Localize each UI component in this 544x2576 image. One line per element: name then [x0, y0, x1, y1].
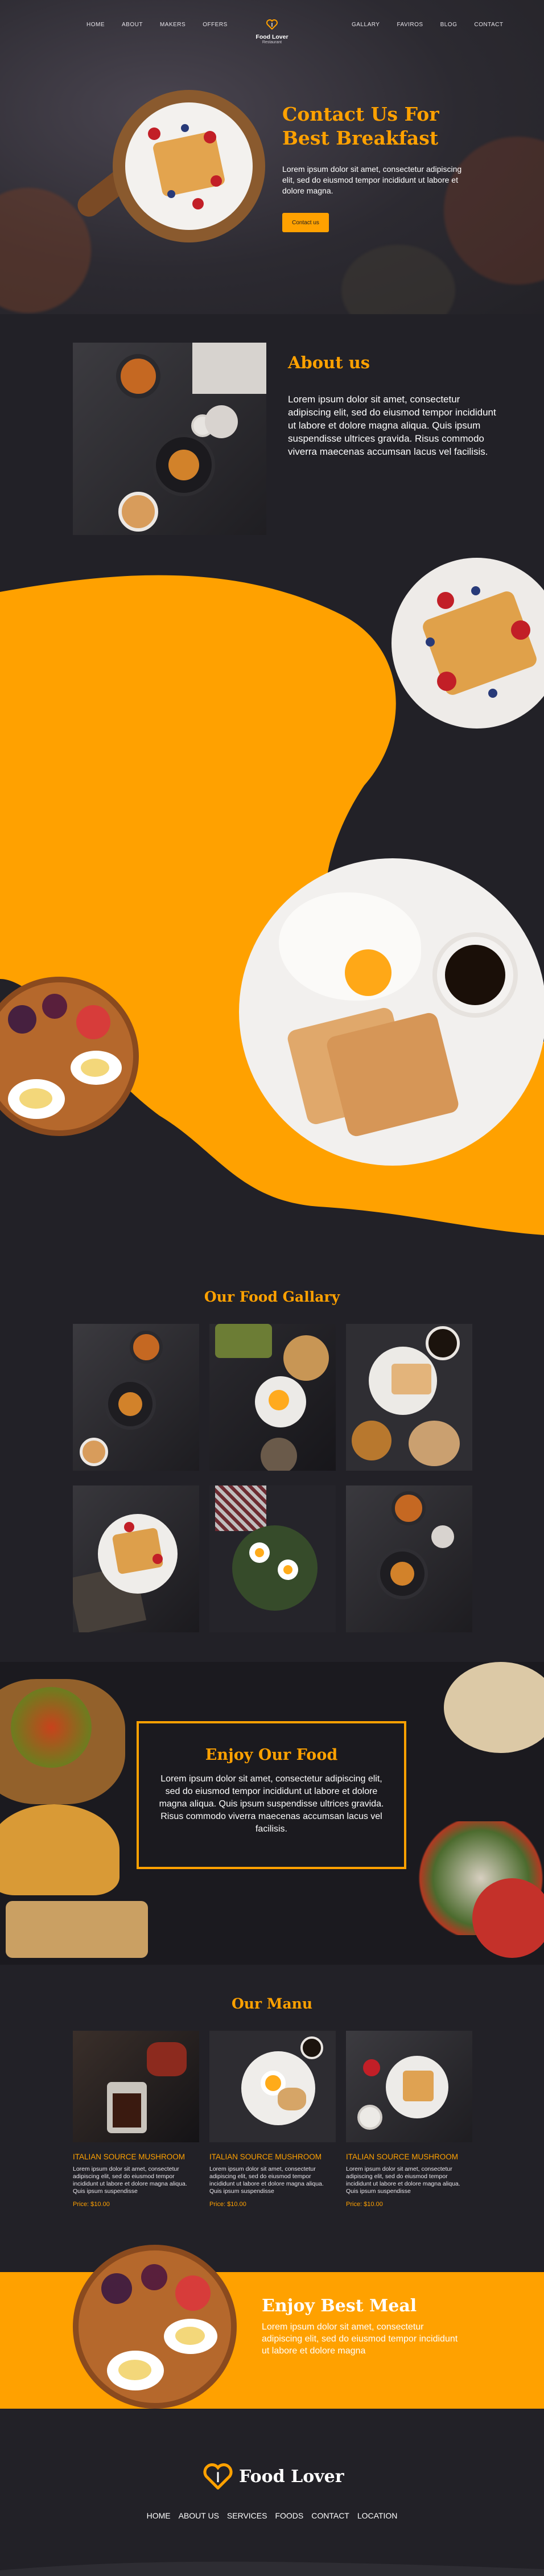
menu-card[interactable]: ITALIAN SOURCE MUSHROOM Lorem ipsum dolo…: [73, 2031, 199, 2208]
gallery-image-1[interactable]: [73, 1324, 199, 1471]
about-text: Lorem ipsum dolor sit amet, consectetur …: [288, 394, 496, 457]
menu-title: Our Manu: [231, 1995, 313, 2012]
heart-fork-icon: [266, 19, 278, 30]
nav-contact[interactable]: CONTACT: [474, 22, 503, 28]
gallery-image-2[interactable]: [209, 1324, 336, 1471]
footer-nav-about-us[interactable]: ABOUT US: [179, 2511, 219, 2520]
nav-home[interactable]: HOME: [86, 22, 105, 28]
nav-gallary[interactable]: GALLARY: [352, 22, 380, 28]
nav-right-group: GALLARY FAVIROS BLOG CONTACT: [352, 22, 503, 28]
logo-title: Food Lover: [255, 34, 289, 40]
footer: Food Lover HOME ABOUT US SERVICES FOODS …: [0, 2409, 544, 2576]
menu-item-price: Price: $10.00: [346, 2201, 383, 2208]
enjoy-text-box: Enjoy Our Food Lorem ipsum dolor sit ame…: [137, 1721, 406, 1869]
best-meal-title: Enjoy Best Meal: [262, 2296, 417, 2316]
gallery-image-6[interactable]: [346, 1485, 472, 1632]
heart-fork-icon: [203, 2463, 233, 2489]
best-meal-image: [73, 2245, 237, 2409]
menu-item-name: ITALIAN SOURCE MUSHROOM: [346, 2153, 459, 2161]
gallery-image-5[interactable]: [209, 1485, 336, 1632]
best-meal-text: Lorem ipsum dolor sit amet, consectetur …: [262, 2322, 458, 2356]
background-food-blur: [341, 245, 455, 314]
menu-item-description: Lorem ipsum dolor sit amet, consectetur …: [73, 2166, 187, 2195]
hero-title: Contact Us For Best Breakfast: [282, 102, 470, 150]
footer-nav-location[interactable]: LOCATION: [357, 2511, 398, 2520]
hero-title-line1: Contact Us For: [282, 103, 439, 125]
enjoy-our-food-section: Enjoy Our Food Lorem ipsum dolor sit ame…: [0, 1662, 544, 1965]
nav-left-group: HOME ABOUT MAKERS OFFERS: [86, 22, 228, 28]
footer-nav-foods[interactable]: FOODS: [275, 2511, 303, 2520]
footer-wave-decoration: [0, 2561, 544, 2576]
about-title: About us: [288, 353, 370, 372]
footer-nav-home[interactable]: HOME: [147, 2511, 171, 2520]
nav-blog[interactable]: BLOG: [440, 22, 458, 28]
nav-makers[interactable]: MAKERS: [160, 22, 186, 28]
menu-card-image: [73, 2031, 199, 2142]
footer-navigation: HOME ABOUT US SERVICES FOODS CONTACT LOC…: [0, 2511, 544, 2520]
footer-nav-contact[interactable]: CONTACT: [311, 2511, 349, 2520]
menu-item-description: Lorem ipsum dolor sit amet, consectetur …: [209, 2166, 324, 2195]
gallery-image-4[interactable]: [73, 1485, 199, 1632]
hero-section: HOME ABOUT MAKERS OFFERS Food Lover Rest…: [0, 0, 544, 314]
egg-toast-plate-image: [239, 858, 544, 1166]
enjoy-text: Lorem ipsum dolor sit amet, consectetur …: [159, 1774, 384, 1834]
menu-item-price: Price: $10.00: [209, 2201, 246, 2208]
menu-item-name: ITALIAN SOURCE MUSHROOM: [209, 2153, 322, 2161]
gallery-title: Our Food Gallary: [204, 1289, 340, 1305]
menu-card-image: [209, 2031, 336, 2142]
gallery-image-3[interactable]: [346, 1324, 472, 1471]
menu-item-name: ITALIAN SOURCE MUSHROOM: [73, 2153, 186, 2161]
nav-offers[interactable]: OFFERS: [203, 22, 228, 28]
background-food-blur: [444, 137, 544, 285]
footer-logo[interactable]: Food Lover: [203, 2463, 344, 2489]
about-image: [73, 343, 266, 535]
enjoy-title: Enjoy Our Food: [205, 1746, 338, 1764]
nav-faviros[interactable]: FAVIROS: [397, 22, 423, 28]
logo-subtitle: Restaurant: [262, 40, 282, 44]
top-navigation: HOME ABOUT MAKERS OFFERS Food Lover Rest…: [0, 19, 544, 44]
menu-item-description: Lorem ipsum dolor sit amet, consectetur …: [346, 2166, 460, 2195]
site-logo[interactable]: Food Lover Restaurant: [249, 19, 295, 44]
hero-board-image: [113, 90, 265, 242]
menu-item-price: Price: $10.00: [73, 2201, 110, 2208]
nav-about[interactable]: ABOUT: [122, 22, 143, 28]
footer-nav-services[interactable]: SERVICES: [227, 2511, 267, 2520]
hero-text: Lorem ipsum dolor sit amet, consectetur …: [282, 164, 462, 195]
footer-logo-text: Food Lover: [239, 2466, 344, 2487]
hero-title-line2: Best Breakfast: [282, 127, 439, 149]
menu-card-image: [346, 2031, 472, 2142]
menu-card[interactable]: ITALIAN SOURCE MUSHROOM Lorem ipsum dolo…: [209, 2031, 336, 2208]
contact-us-button[interactable]: Contact us: [282, 213, 329, 232]
menu-card[interactable]: ITALIAN SOURCE MUSHROOM Lorem ipsum dolo…: [346, 2031, 472, 2208]
best-meal-banner: Enjoy Best Meal Lorem ipsum dolor sit am…: [0, 2245, 544, 2409]
